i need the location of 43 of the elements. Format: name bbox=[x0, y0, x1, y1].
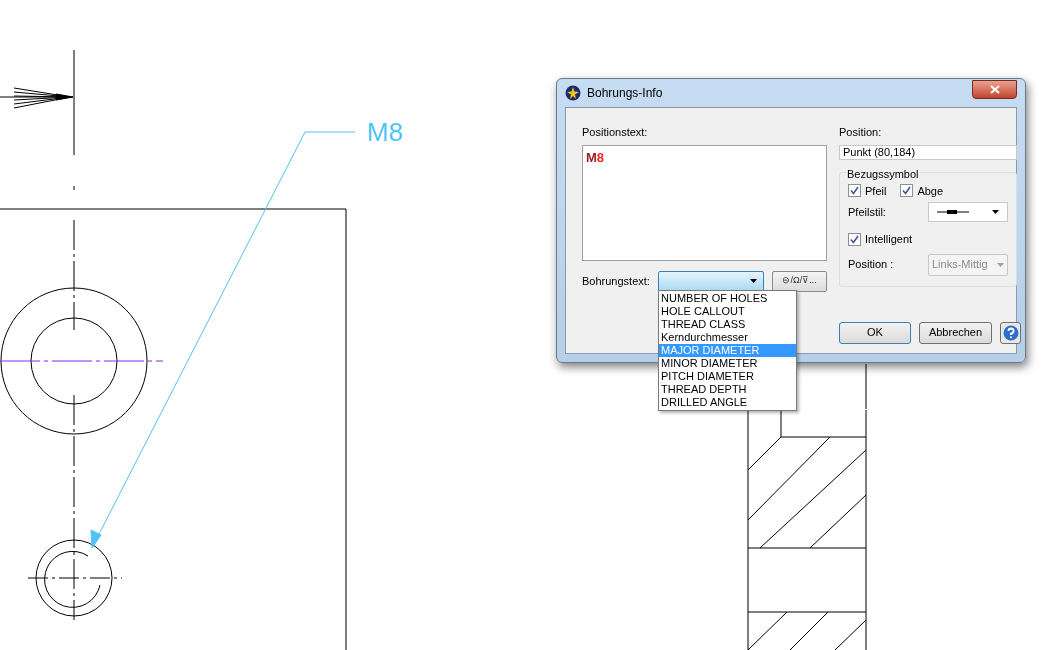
checkbox-label: Abge bbox=[917, 183, 944, 199]
close-icon bbox=[989, 84, 1000, 94]
dropdown-option[interactable]: NUMBER OF HOLES bbox=[659, 292, 796, 305]
app-logo-icon bbox=[565, 85, 581, 101]
dropdown-option[interactable]: MINOR DIAMETER bbox=[659, 357, 796, 370]
callout-label: M8 bbox=[367, 117, 404, 147]
dropdown-option[interactable]: Kerndurchmesser bbox=[659, 331, 796, 344]
checkbox[interactable] bbox=[848, 232, 861, 246]
text-area[interactable]: M8 bbox=[582, 144, 827, 261]
checkmark-icon bbox=[902, 186, 912, 196]
dialog-button[interactable]: OK bbox=[839, 321, 911, 344]
checkbox[interactable] bbox=[900, 184, 914, 198]
field-label: Bohrungstext: bbox=[582, 273, 650, 289]
field-label: Positionstext: bbox=[582, 125, 649, 140]
dropdown-arrow-icon bbox=[750, 279, 758, 283]
field-label: Position : bbox=[848, 257, 894, 273]
arrow-style-icon bbox=[937, 209, 969, 215]
dropdown-arrow-icon bbox=[997, 262, 1004, 267]
checkbox-label: Intelligent bbox=[865, 232, 913, 247]
symbol-button[interactable]: ⊖/Ω/⊽... bbox=[772, 270, 827, 292]
checkmark-icon bbox=[850, 234, 859, 244]
text-run: 8 bbox=[596, 148, 605, 167]
dropdown-arrow-icon bbox=[992, 210, 999, 214]
combo-box[interactable] bbox=[657, 270, 765, 292]
help-button[interactable] bbox=[1000, 321, 1021, 344]
field-label: Pfeilstil: bbox=[848, 204, 886, 220]
dialog-button[interactable]: Abbrechen bbox=[919, 321, 992, 344]
text-run: M bbox=[586, 148, 597, 167]
dropdown-option[interactable]: DRILLED ANGLE bbox=[659, 396, 796, 409]
checkbox-label: Pfeil bbox=[865, 183, 887, 199]
checkbox[interactable] bbox=[848, 184, 861, 198]
close-button[interactable] bbox=[972, 79, 1017, 99]
position-field[interactable]: Punkt (80,184) bbox=[839, 144, 1017, 160]
dropdown-option[interactable]: PITCH DIAMETER bbox=[659, 370, 796, 383]
part-edge-line bbox=[865, 363, 867, 410]
dropdown-option[interactable]: HOLE CALLOUT bbox=[659, 305, 796, 318]
help-icon bbox=[1002, 324, 1019, 341]
dropdown-option[interactable]: THREAD DEPTH bbox=[659, 383, 796, 396]
field-label: Position: bbox=[839, 125, 883, 140]
checkmark-icon bbox=[850, 186, 859, 196]
dropdown-option[interactable]: THREAD CLASS bbox=[659, 318, 796, 331]
arrow-style-dropdown[interactable] bbox=[928, 202, 1008, 222]
window-title: Bohrungs-Info bbox=[587, 85, 663, 102]
